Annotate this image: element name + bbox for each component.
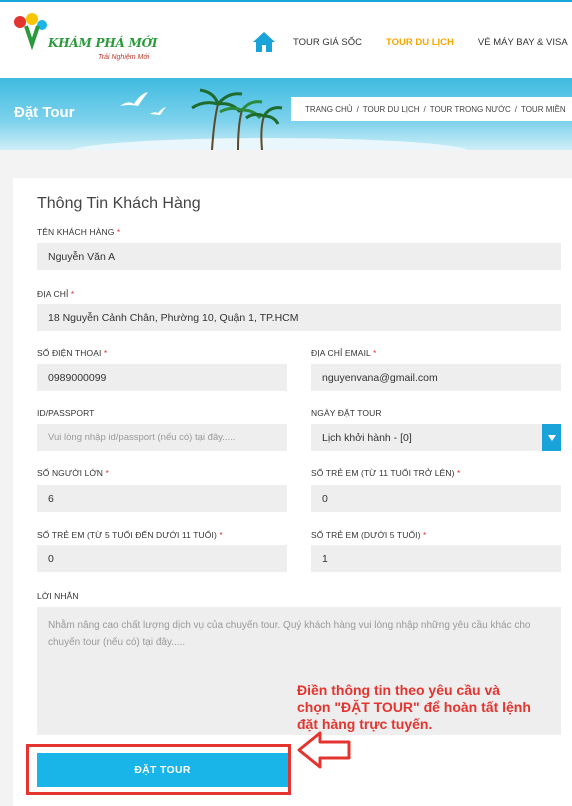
required-mark: * [423, 530, 427, 540]
date-label: NGÀY ĐẶT TOUR [311, 408, 382, 418]
adults-label-text: SỐ NGƯỜI LỚN [37, 468, 104, 478]
children-5-field[interactable]: 0 [37, 545, 287, 572]
required-mark: * [373, 348, 377, 358]
message-label: LỜI NHẮN [37, 591, 79, 601]
form-title: Thông Tin Khách Hàng [37, 195, 201, 212]
phone-label: SỐ ĐIỆN THOẠI * [37, 348, 107, 358]
required-mark: * [70, 289, 75, 299]
page-banner: Đặt Tour TRANG CHỦ / TOUR DU LỊCH / TOUR… [0, 78, 572, 150]
nav-item-ve-may-bay[interactable]: VÉ MÁY BAY & VISA [478, 37, 568, 48]
address-label-text: ĐỊA CHỈ [37, 289, 69, 299]
nav-item-tour-du-lich[interactable]: TOUR DU LỊCH [386, 37, 454, 48]
children-11-label-text: SỐ TRẺ EM (TỪ 11 TUỔI TRỞ LÊN) [311, 468, 455, 478]
passport-label: ID/PASSPORT [37, 408, 95, 418]
required-mark: * [456, 468, 461, 478]
home-icon[interactable] [252, 31, 276, 53]
children-5-label-text: SỐ TRẺ EM (TỪ 5 TUỔI ĐẾN DƯỚI 11 TUỔI) [37, 530, 217, 540]
address-label: ĐỊA CHỈ * [37, 289, 74, 299]
infants-field[interactable]: 1 [311, 545, 561, 572]
instruction-annotation: Điền thông tin theo yêu cầu và chọn "ĐẶT… [297, 682, 531, 732]
adults-label: SỐ NGƯỜI LỚN * [37, 468, 109, 478]
logo-tagline: Trải Nghiệm Mới [98, 54, 150, 61]
address-field[interactable]: 18 Nguyễn Cảnh Chân, Phường 10, Quận 1, … [37, 304, 561, 331]
children-5-label: SỐ TRẺ EM (TỪ 5 TUỔI ĐẾN DƯỚI 11 TUỔI) * [37, 530, 223, 540]
booking-form: Thông Tin Khách Hàng TÊN KHÁCH HÀNG * Ng… [13, 178, 572, 806]
submit-button[interactable]: ĐẶT TOUR [37, 753, 288, 787]
name-label: TÊN KHÁCH HÀNG * [37, 227, 120, 237]
required-mark: * [105, 468, 109, 478]
logo-text: KHÁM PHÁ MỚI [48, 36, 158, 50]
breadcrumb-separator: / [423, 104, 426, 114]
page-title: Đặt Tour [14, 104, 75, 121]
tour-date-value: Lịch khởi hành - [0] [322, 431, 412, 444]
chevron-down-icon[interactable] [542, 424, 561, 451]
required-mark: * [116, 227, 121, 237]
infants-label-text: SỐ TRẺ EM (DƯỚI 5 TUỔI) [311, 530, 421, 540]
breadcrumb-home[interactable]: TRANG CHỦ [305, 105, 353, 114]
infants-label: SỐ TRẺ EM (DƯỚI 5 TUỔI) * [311, 530, 426, 540]
phone-field[interactable]: 0989000099 [37, 364, 287, 391]
email-field[interactable]: nguyenvana@gmail.com [311, 364, 561, 391]
adults-field[interactable]: 6 [37, 485, 287, 512]
name-field[interactable]: Nguyễn Văn A [37, 243, 561, 270]
main-nav: TOUR GIÁ SỐC TOUR DU LỊCH VÉ MÁY BAY & V… [252, 30, 572, 54]
children-11-field[interactable]: 0 [311, 485, 561, 512]
arrow-left-icon [297, 731, 351, 769]
breadcrumb-tour-du-lich[interactable]: TOUR DU LỊCH [363, 105, 420, 114]
required-mark: * [103, 348, 108, 358]
name-label-text: TÊN KHÁCH HÀNG [37, 227, 115, 237]
breadcrumb: TRANG CHỦ / TOUR DU LỊCH / TOUR TRONG NƯ… [291, 97, 572, 121]
breadcrumb-tour-trong-nuoc[interactable]: TOUR TRONG NƯỚC [430, 105, 511, 114]
breadcrumb-separator: / [514, 104, 517, 114]
logo-mark-icon [14, 13, 47, 51]
email-label-text: ĐỊA CHỈ EMAIL [311, 348, 371, 358]
tour-date-select[interactable]: Lịch khởi hành - [0] [311, 424, 561, 451]
email-label: ĐỊA CHỈ EMAIL * [311, 348, 376, 358]
logo[interactable]: KHÁM PHÁ MỚI Trải Nghiệm Mới [12, 12, 158, 62]
breadcrumb-tour-mien[interactable]: TOUR MIỀN [521, 105, 566, 114]
passport-field[interactable]: Vui lòng nhập id/passport (nếu có) tại đ… [37, 424, 287, 451]
site-header: KHÁM PHÁ MỚI Trải Nghiệm Mới TOUR GIÁ SỐ… [0, 0, 572, 78]
nav-item-tour-gia-soc[interactable]: TOUR GIÁ SỐC [293, 37, 362, 48]
page: KHÁM PHÁ MỚI Trải Nghiệm Mới TOUR GIÁ SỐ… [0, 0, 572, 806]
phone-label-text: SỐ ĐIỆN THOẠI [37, 348, 102, 358]
breadcrumb-separator: / [356, 104, 359, 114]
required-mark: * [219, 530, 223, 540]
children-11-label: SỐ TRẺ EM (TỪ 11 TUỔI TRỞ LÊN) * [311, 468, 460, 478]
